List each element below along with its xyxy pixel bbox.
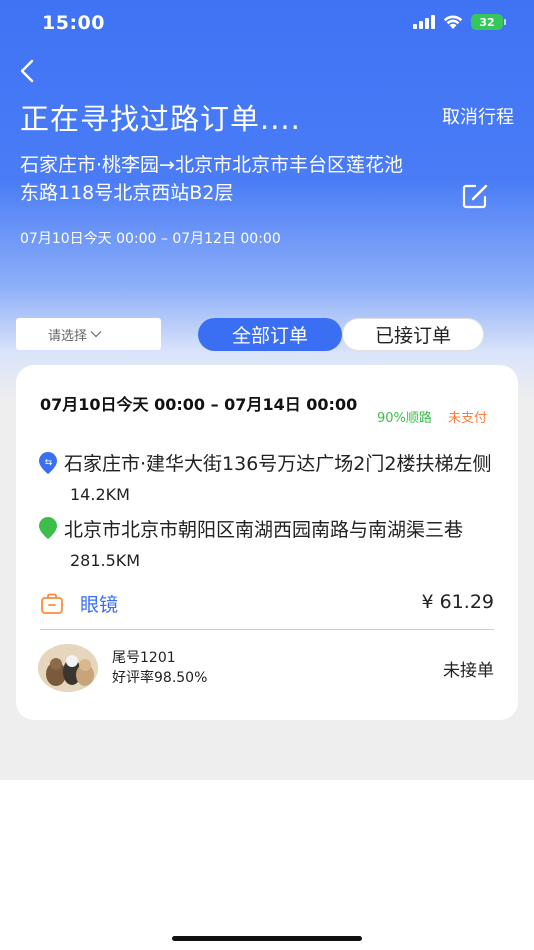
match-tag: 90%顺路 (377, 411, 432, 426)
order-status: 未接单 (443, 661, 494, 681)
order-date-range: 07月10日今天 00:00 – 07月14日 00:00 (40, 395, 358, 414)
end-pin-icon (39, 517, 57, 539)
driver-rating: 好评率98.50% (112, 670, 208, 686)
avatar (38, 644, 98, 692)
back-icon[interactable] (16, 58, 40, 84)
end-address: 北京市北京市朝阳区南湖西园南路与南湖渠三巷 281.5KM (64, 515, 504, 576)
order-card[interactable]: 07月10日今天 00:00 – 07月14日 00:00 90%顺路 未支付 … (16, 365, 518, 720)
home-indicator (172, 936, 362, 941)
battery-level: 32 (471, 14, 503, 30)
trip-date-range: 07月10日今天 00:00 – 07月12日 00:00 (20, 231, 281, 247)
filter-select[interactable]: 请选择 (16, 318, 161, 350)
cargo-type: 眼镜 (80, 594, 119, 616)
wifi-icon (443, 15, 463, 29)
page-title: 正在寻找过路订单.... (20, 102, 301, 136)
driver-id: 尾号1201 (112, 650, 176, 666)
status-icons: 32 (413, 14, 506, 30)
start-distance: 14.2KM (70, 485, 130, 504)
svg-text:⇆: ⇆ (45, 458, 53, 468)
end-address-text: 北京市北京市朝阳区南湖西园南路与南湖渠三巷 (64, 519, 464, 541)
tab-accepted-orders[interactable]: 已接订单 (342, 318, 484, 351)
start-address: 石家庄市·建华大街136号万达广场2门2楼扶梯左侧 14.2KM (64, 449, 504, 510)
trip-route: 石家庄市·桃李园→北京市北京市丰台区莲花池东路118号北京西站B2层 (20, 154, 403, 204)
chevron-down-icon (90, 331, 102, 338)
order-price: ¥ 61.29 (421, 591, 494, 613)
battery-icon: 32 (471, 14, 506, 30)
bag-icon (41, 593, 63, 614)
edit-icon[interactable] (462, 183, 490, 209)
start-address-text: 石家庄市·建华大街136号万达广场2门2楼扶梯左侧 (64, 453, 492, 475)
end-distance: 281.5KM (70, 551, 141, 570)
cancel-trip-button[interactable]: 取消行程 (442, 103, 514, 129)
signal-icon (413, 15, 435, 29)
status-time: 15:00 (42, 12, 105, 34)
divider (40, 629, 494, 630)
payment-status-tag: 未支付 (448, 411, 488, 426)
tab-all-orders[interactable]: 全部订单 (198, 318, 342, 351)
filter-select-placeholder: 请选择 (48, 328, 88, 344)
start-pin-icon: ⇆ (39, 452, 57, 474)
